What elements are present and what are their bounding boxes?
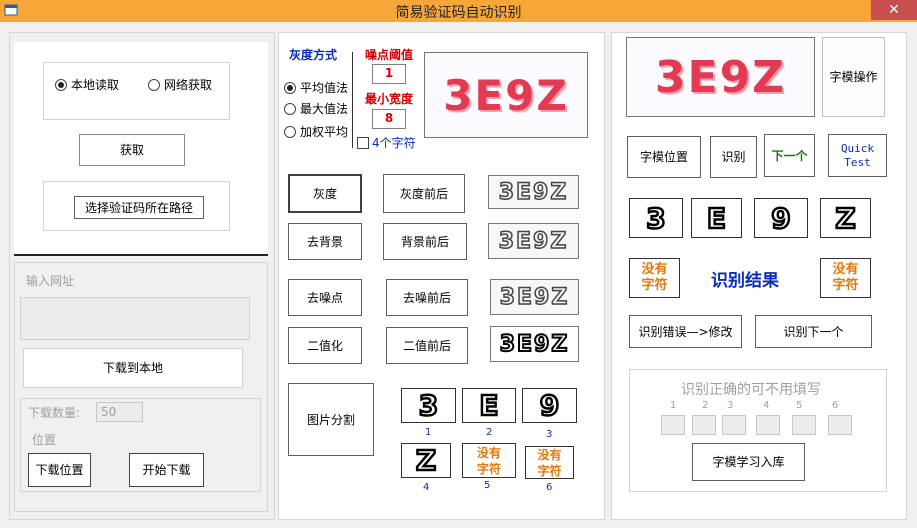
captcha-original-preview: 3E9Z: [424, 52, 588, 138]
split-slot-label: 6: [546, 482, 553, 493]
gray-button[interactable]: 灰度: [288, 174, 362, 213]
download-local-button[interactable]: 下载到本地: [23, 348, 243, 388]
split-image-button[interactable]: 图片分割: [288, 383, 374, 456]
binarize-compare-button[interactable]: 二值前后: [386, 327, 468, 364]
settings-divider: [352, 52, 353, 148]
correction-input-2[interactable]: [692, 415, 716, 435]
recognize-button[interactable]: 识别: [710, 136, 757, 178]
recognize-next-button[interactable]: 识别下一个: [755, 315, 872, 348]
next-button[interactable]: 下一个: [764, 134, 815, 177]
start-download-button[interactable]: 开始下载: [129, 453, 204, 487]
binarize-preview: 3E9Z: [490, 326, 579, 362]
remove-noise-button[interactable]: 去噪点: [288, 279, 362, 316]
font-learn-button[interactable]: 字模学习入库: [692, 443, 805, 481]
recognized-char-2: E: [691, 198, 742, 238]
min-width-label: 最小宽度: [365, 92, 414, 106]
fix-error-button[interactable]: 识别错误—>修改: [629, 315, 742, 348]
background-compare-button[interactable]: 背景前后: [383, 223, 467, 260]
slot-label: 1: [670, 400, 677, 411]
correction-input-4[interactable]: [756, 415, 780, 435]
location-label: 位置: [32, 433, 57, 447]
remove-background-button[interactable]: 去背景: [288, 223, 362, 260]
radio-dot: [284, 125, 296, 138]
split-no-char-6: 没有 字符: [525, 446, 574, 479]
radio-network-fetch[interactable]: 网络获取: [148, 76, 212, 93]
split-slot-label: 5: [484, 480, 491, 491]
split-no-char-5: 没有 字符: [462, 443, 516, 478]
url-input[interactable]: [20, 297, 250, 340]
min-width-input[interactable]: 8: [372, 109, 406, 129]
result-title: 识别结果: [711, 271, 779, 291]
four-chars-checkbox[interactable]: 4个字符: [357, 134, 416, 151]
fetch-button[interactable]: 获取: [79, 134, 185, 166]
radio-maximum[interactable]: 最大值法: [284, 100, 348, 117]
correct-hint: 识别正确的可不用填写: [681, 382, 821, 398]
split-char-1: 3: [401, 388, 456, 423]
gray-compare-button[interactable]: 灰度前后: [383, 174, 465, 213]
radio-dot-checked: [55, 78, 67, 91]
split-slot-label: 2: [486, 427, 493, 438]
url-label: 输入网址: [26, 274, 75, 288]
slot-label: 4: [763, 400, 770, 411]
noise-preview: 3E9Z: [490, 279, 579, 315]
font-ops-button[interactable]: 字模操作: [822, 37, 885, 117]
captcha-recognize-preview: 3E9Z: [626, 37, 815, 117]
noise-compare-button[interactable]: 去噪前后: [386, 279, 468, 316]
radio-weighted[interactable]: 加权平均: [284, 123, 348, 140]
recognized-char-1: 3: [629, 198, 683, 238]
correction-input-3[interactable]: [722, 415, 746, 435]
title-bar: 简易验证码自动识别 ✕: [0, 0, 917, 22]
radio-dot: [148, 78, 160, 91]
radio-average[interactable]: 平均值法: [284, 79, 348, 96]
noise-threshold-input[interactable]: 1: [372, 64, 406, 84]
gray-mode-title: 灰度方式: [289, 48, 338, 62]
slot-label: 5: [796, 400, 803, 411]
recognized-char-3: 9: [754, 198, 808, 238]
close-button[interactable]: ✕: [871, 0, 917, 20]
window-title: 简易验证码自动识别: [395, 5, 522, 21]
correction-input-5[interactable]: [792, 415, 816, 435]
split-char-3: 9: [522, 388, 577, 423]
radio-dot: [284, 102, 296, 115]
split-char-2: E: [462, 388, 516, 423]
download-location-button[interactable]: 下载位置: [28, 453, 91, 487]
slot-label: 3: [727, 400, 734, 411]
quick-test-button[interactable]: Quick Test: [828, 134, 887, 177]
background-preview: 3E9Z: [488, 223, 579, 259]
radio-local-read[interactable]: 本地读取: [55, 76, 119, 93]
split-slot-label: 4: [423, 482, 430, 493]
select-path-button[interactable]: 选择验证码所在路径: [74, 196, 204, 219]
download-count-input[interactable]: 50: [96, 402, 143, 422]
gray-preview: 3E9Z: [488, 175, 579, 209]
recognized-char-4: Z: [820, 198, 871, 238]
slot-label: 2: [702, 400, 709, 411]
split-slot-label: 3: [546, 429, 553, 440]
split-slot-label: 1: [425, 427, 432, 438]
recognized-no-char-6: 没有 字符: [820, 258, 871, 298]
font-position-button[interactable]: 字模位置: [627, 136, 701, 178]
split-char-4: Z: [401, 443, 451, 478]
download-count-label: 下载数量:: [28, 406, 81, 420]
binarize-button[interactable]: 二值化: [288, 327, 362, 364]
recognized-no-char-5: 没有 字符: [629, 258, 680, 298]
slot-label: 6: [832, 400, 839, 411]
radio-dot-checked: [284, 81, 296, 94]
correction-input-1[interactable]: [661, 415, 685, 435]
correction-input-6[interactable]: [828, 415, 852, 435]
checkbox-box: [357, 136, 369, 149]
noise-threshold-label: 噪点阈值: [365, 48, 414, 62]
